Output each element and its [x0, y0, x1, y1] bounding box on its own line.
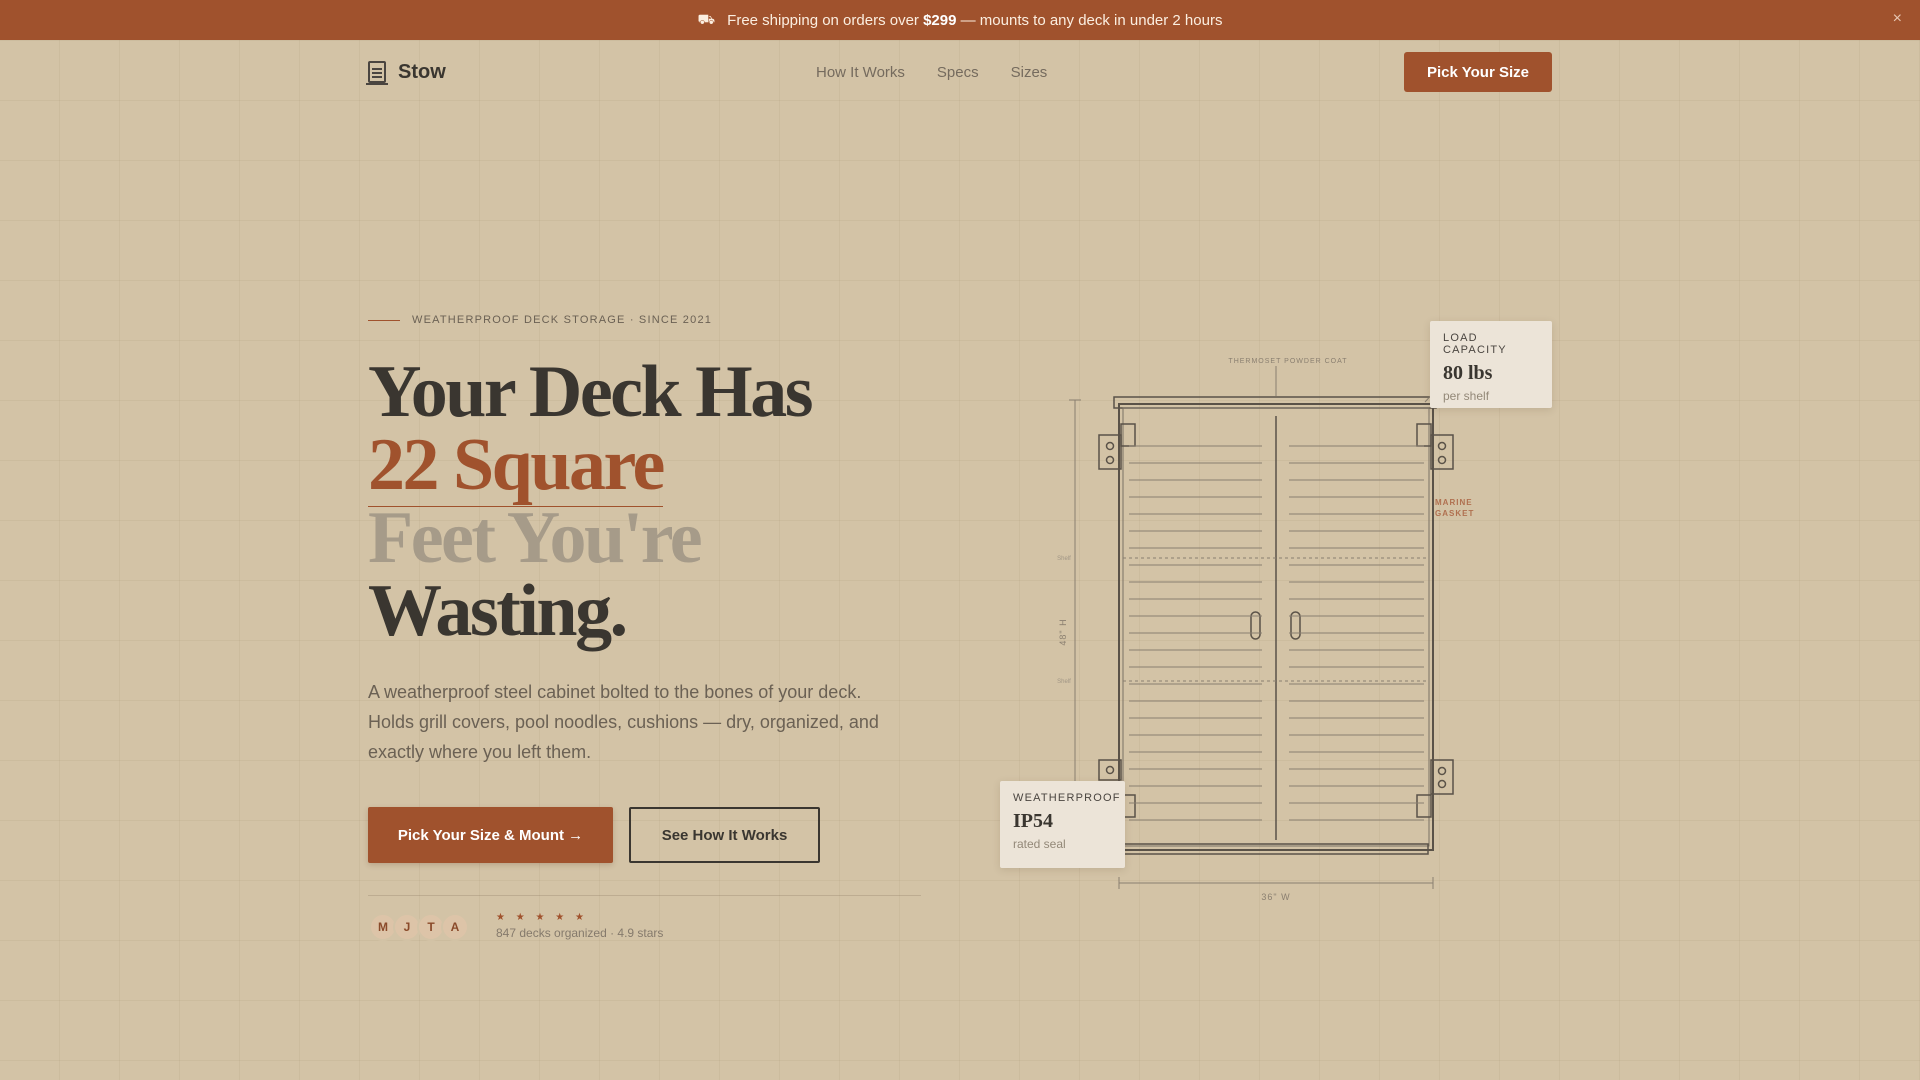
- headline-line-3: Feet You're: [368, 497, 703, 579]
- brand-name: Stow: [398, 60, 446, 83]
- height-label: 48" H: [1058, 618, 1068, 645]
- shelf-label: Shelf: [1057, 556, 1071, 562]
- load-capacity-value: 80 lbs: [1443, 362, 1493, 384]
- nav-links: How It Works Specs Sizes: [816, 64, 1047, 81]
- social-proof-text: 847 decks organized · 4.9 stars: [496, 926, 664, 940]
- cabinet-logo-icon: [366, 61, 388, 85]
- weatherproof-value: IP54: [1013, 810, 1053, 832]
- main-nav: Stow How It Works Specs Sizes Pick Your …: [366, 52, 1552, 92]
- powder-coat-label: THERMOSET POWDER COAT: [1228, 358, 1347, 365]
- headline-line-1: Your Deck Has: [368, 351, 814, 433]
- eyebrow-text: WEATHERPROOF DECK STORAGE · SINCE 2021: [412, 314, 713, 326]
- headline-highlight: 22 Square: [368, 424, 665, 507]
- announcement-text: Free shipping on orders over $299 — moun…: [727, 11, 1223, 29]
- see-how-it-works-button[interactable]: See How It Works: [629, 807, 820, 863]
- close-icon[interactable]: ×: [1893, 10, 1902, 28]
- nav-link-how-it-works[interactable]: How It Works: [816, 64, 905, 81]
- pick-your-size-button[interactable]: Pick Your Size: [1404, 52, 1552, 92]
- hero-headline: Your Deck Has 22 Square Feet You're Wast…: [368, 351, 928, 652]
- weatherproof-sub: rated seal: [1013, 837, 1066, 851]
- weatherproof-card: WEATHERPROOF IP54 rated seal: [1000, 781, 1125, 868]
- headline-line-4: Wasting.: [368, 570, 628, 652]
- announcement-bar: ⛟ Free shipping on orders over $299 — mo…: [0, 0, 1920, 40]
- eyebrow-rule: [368, 319, 400, 321]
- load-capacity-sub: per shelf: [1443, 389, 1490, 403]
- headline-line-2: 22 Square: [368, 424, 928, 507]
- shelf-label: Shelf: [1057, 679, 1071, 685]
- logo[interactable]: Stow: [366, 60, 446, 85]
- rating-stars: ★ ★ ★ ★ ★: [496, 912, 588, 923]
- pick-size-and-mount-button[interactable]: Pick Your Size & Mount →: [368, 807, 613, 863]
- load-capacity-key: LOAD CAPACITY: [1443, 332, 1507, 356]
- hero-description: A weatherproof steel cabinet bolted to t…: [368, 682, 879, 762]
- gasket-label-line-2: GASKET: [1435, 509, 1474, 518]
- nav-link-sizes[interactable]: Sizes: [1011, 64, 1048, 81]
- load-capacity-card: LOAD CAPACITY 80 lbs per shelf: [1430, 321, 1552, 408]
- truck-icon: ⛟: [697, 10, 716, 27]
- social-proof: ★ ★ ★ ★ ★ 847 decks organized · 4.9 star…: [496, 912, 663, 940]
- gasket-label-line-1: MARINE: [1435, 498, 1473, 507]
- width-label: 36" W: [1261, 892, 1290, 902]
- customer-avatars: M J T A: [369, 913, 469, 941]
- nav-link-specs[interactable]: Specs: [937, 64, 979, 81]
- eyebrow: WEATHERPROOF DECK STORAGE · SINCE 2021: [368, 314, 712, 326]
- weatherproof-key: WEATHERPROOF: [1013, 792, 1121, 804]
- avatar: A: [441, 913, 469, 941]
- hero-divider: [368, 895, 921, 896]
